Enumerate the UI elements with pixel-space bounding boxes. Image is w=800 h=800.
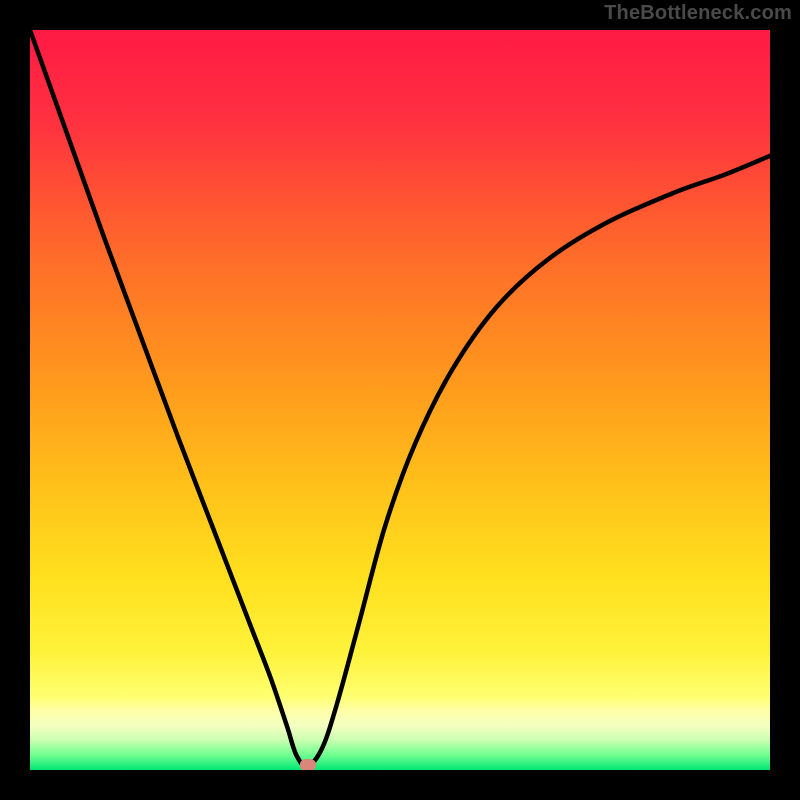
- chart-root: TheBottleneck.com: [0, 0, 800, 800]
- optimum-marker: [300, 759, 316, 770]
- watermark-text: TheBottleneck.com: [604, 2, 792, 25]
- plot-area: [30, 30, 770, 770]
- bottleneck-curve: [30, 30, 770, 770]
